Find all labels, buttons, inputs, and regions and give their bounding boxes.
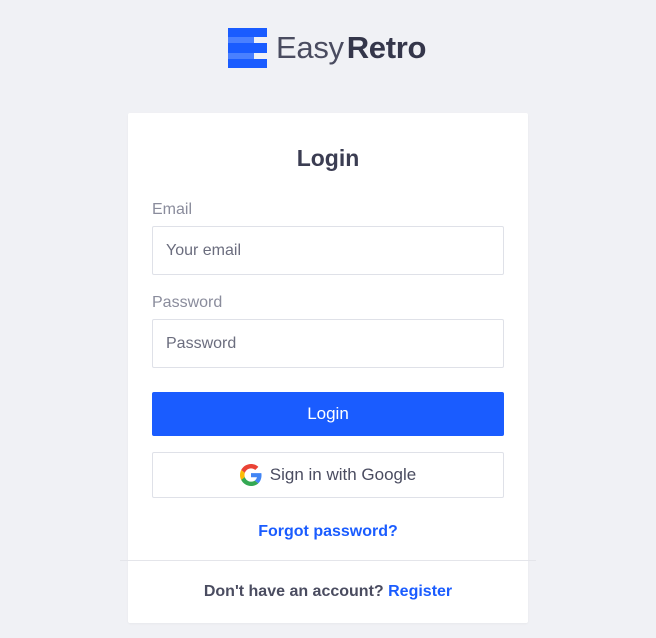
no-account-text: Don't have an account? — [203, 583, 384, 600]
easyretro-logo-icon — [228, 28, 267, 68]
login-card: Login Email Password Login Sign in with … — [120, 113, 536, 623]
google-button-label: Sign in with Google — [269, 465, 417, 484]
google-signin-button[interactable]: Sign in with Google — [152, 452, 504, 498]
email-label: Email — [152, 201, 193, 218]
page-title: Login — [296, 145, 360, 171]
brand-name-part1: Easy — [276, 30, 344, 65]
brand-name: Easy Retro — [276, 30, 426, 66]
register-prompt: Don't have an account? Register — [128, 583, 528, 601]
brand-logo: Easy Retro — [228, 28, 426, 68]
divider — [120, 560, 536, 561]
login-button[interactable]: Login — [152, 392, 504, 436]
forgot-password-link[interactable]: Forgot password? — [128, 523, 528, 541]
password-field[interactable] — [152, 319, 504, 368]
google-icon — [239, 464, 262, 486]
register-link[interactable]: Register — [388, 583, 452, 600]
password-label: Password — [152, 294, 223, 311]
brand-name-part2: Retro — [346, 30, 427, 65]
email-field[interactable] — [152, 226, 504, 275]
